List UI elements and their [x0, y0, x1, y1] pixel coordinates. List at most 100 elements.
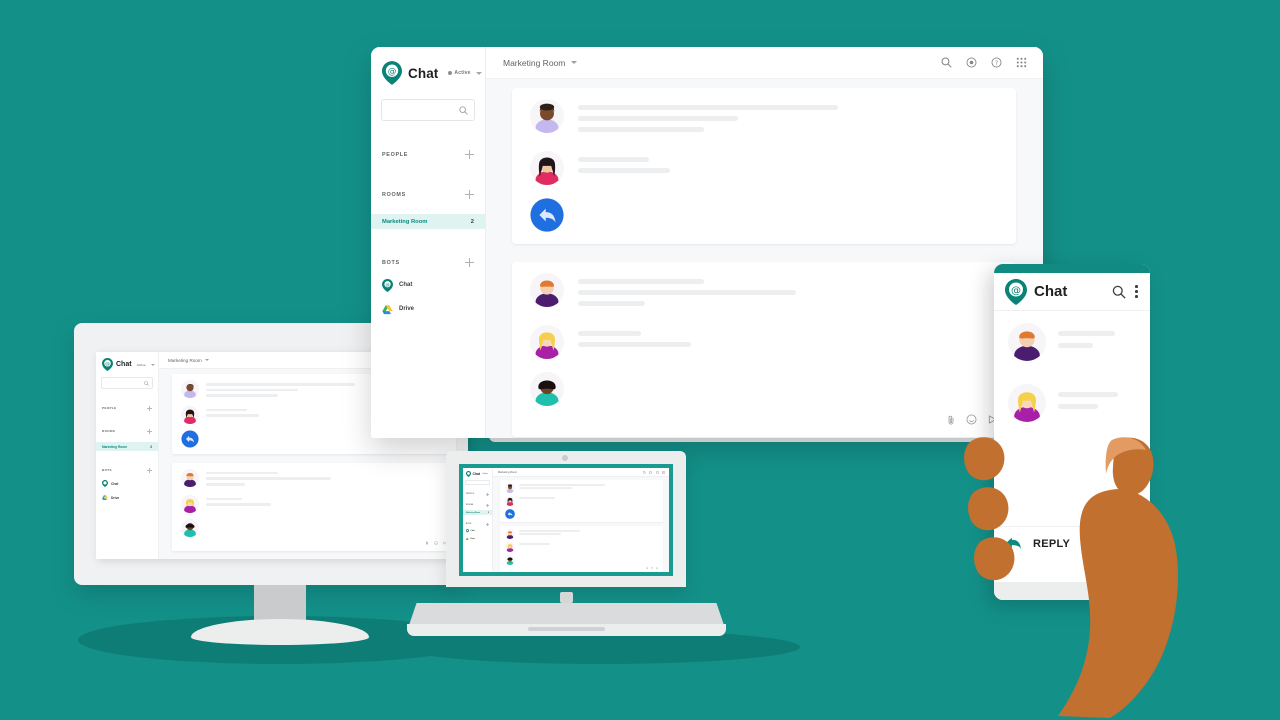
monitor-composer-actions: [172, 540, 456, 545]
sidebar: @ Chat Active PEOPLE ROOMS Marketing Roo…: [371, 47, 486, 438]
laptop-room-marketing[interactable]: Marketing Room 2: [463, 510, 492, 515]
plus-icon[interactable]: [147, 428, 152, 434]
more-vertical-icon[interactable]: [1135, 285, 1138, 298]
laptop-main-pane: Marketing Room: [493, 468, 669, 572]
phone-status-bar: [994, 264, 1150, 273]
search-icon[interactable]: [941, 57, 952, 68]
monitor-search-input[interactable]: [101, 377, 153, 389]
svg-text:@: @: [105, 361, 110, 367]
laptop-section-bots[interactable]: BOTS: [463, 522, 492, 526]
message-row: [512, 273, 1016, 312]
laptop-bot-chat[interactable]: Chat: [463, 529, 492, 534]
phone-list-item[interactable]: [994, 323, 1150, 361]
laptop-status-label: Active: [482, 473, 488, 475]
svg-text:@: @: [388, 67, 397, 77]
sidebar-item-bot-drive[interactable]: Drive: [371, 301, 485, 317]
monitor-message-text: [206, 469, 447, 489]
avatar-blue-reply: [181, 429, 199, 448]
laptop-app-title: Chat: [472, 472, 481, 476]
avatar-dark-teal: [181, 518, 199, 537]
phone-app-title: Chat: [1034, 283, 1068, 300]
chat-bot-icon: [102, 480, 108, 487]
sidebar-item-bot-chat[interactable]: @ Chat: [371, 277, 485, 293]
phone-message-list: [994, 311, 1150, 422]
presence-status[interactable]: Active: [448, 70, 482, 76]
laptop-screen-content: Chat Active PEOPLE ROOMS Marketing Room …: [463, 468, 669, 572]
sidebar-section-bots[interactable]: BOTS: [371, 256, 485, 269]
chevron-down-icon[interactable]: [571, 61, 578, 64]
monitor-app-title: Chat: [116, 361, 132, 368]
laptop-section-rooms[interactable]: ROOMS: [463, 503, 492, 507]
avatar-dark-teal: [530, 372, 564, 406]
sidebar-item-marketing-room[interactable]: Marketing Room 2: [371, 214, 485, 229]
plus-icon[interactable]: [486, 492, 489, 496]
room-badge: 2: [488, 511, 489, 514]
bot-label: Chat: [470, 530, 475, 532]
plus-icon[interactable]: [486, 522, 489, 526]
monitor-status-label: Active: [136, 362, 146, 367]
plus-icon[interactable]: [465, 258, 474, 267]
help-icon[interactable]: ?: [991, 57, 1002, 68]
attachment-icon[interactable]: [946, 415, 956, 425]
message-row: [512, 372, 1016, 406]
bot-label: Chat: [399, 282, 413, 288]
plus-icon[interactable]: [147, 467, 152, 473]
monitor-sidebar-header: @ Chat Active: [96, 352, 158, 376]
sidebar-section-rooms[interactable]: ROOMS: [371, 188, 485, 201]
laptop-screen: Chat Active PEOPLE ROOMS Marketing Room …: [459, 464, 673, 576]
laptop-search-input[interactable]: [465, 480, 490, 485]
apps-grid-icon: [662, 470, 665, 474]
monitor-room-marketing[interactable]: Marketing Room 2: [96, 442, 158, 451]
room-name: Marketing Room: [102, 444, 127, 449]
avatar-darkhair-pink: [505, 495, 515, 506]
avatar-blonde-magenta: [530, 325, 564, 359]
avatar-dark-lavender: [181, 380, 199, 398]
chat-logo-icon: [466, 471, 471, 477]
help-icon: [655, 470, 659, 474]
search-input[interactable]: [381, 99, 475, 121]
plus-icon[interactable]: [465, 150, 474, 159]
chevron-down-icon[interactable]: [150, 363, 155, 366]
avatar-blonde-magenta: [1008, 384, 1046, 422]
phone-item-text: [1058, 384, 1137, 416]
emoji-icon: [650, 566, 654, 569]
svg-text:@: @: [1011, 285, 1021, 296]
laptop-bot-drive[interactable]: Drive: [463, 536, 492, 541]
search-icon[interactable]: [1112, 285, 1126, 299]
laptop-section-people[interactable]: PEOPLE: [463, 492, 492, 496]
scene: @ Chat Active PEOPLE ROOMS Marketing Roo…: [0, 0, 1280, 720]
main-pane: Marketing Room ?: [486, 47, 1043, 438]
monitor-section-people[interactable]: PEOPLE: [96, 404, 158, 412]
chat-logo-icon: @: [382, 61, 402, 85]
chevron-down-icon[interactable]: [204, 359, 209, 361]
laptop-camera: [562, 455, 568, 461]
plus-icon[interactable]: [465, 190, 474, 199]
avatar-ginger-purple: [1008, 323, 1046, 361]
bot-label: Drive: [111, 495, 120, 500]
settings-icon: [649, 470, 652, 474]
room-unread-badge: 2: [470, 218, 474, 225]
section-label: BOTS: [382, 259, 400, 266]
section-label: BOTS: [102, 468, 112, 472]
bot-label: Chat: [111, 481, 119, 486]
sidebar-section-people[interactable]: PEOPLE: [371, 148, 485, 161]
plus-icon[interactable]: [147, 405, 152, 411]
monitor-bot-drive[interactable]: Drive: [96, 493, 158, 502]
emoji-icon[interactable]: [966, 414, 977, 425]
section-label: BOTS: [466, 523, 472, 525]
settings-icon[interactable]: [966, 57, 977, 68]
laptop-message: [500, 495, 663, 506]
message-list: [486, 79, 1043, 438]
avatar-darkhair-pink: [181, 405, 199, 424]
avatar-ginger-purple: [181, 468, 199, 487]
apps-grid-icon[interactable]: [1016, 57, 1027, 68]
monitor-section-bots[interactable]: BOTS: [96, 466, 158, 474]
phone-list-item[interactable]: [994, 384, 1150, 422]
plus-icon[interactable]: [486, 503, 489, 507]
monitor-bot-chat[interactable]: Chat: [96, 479, 158, 488]
chevron-down-icon[interactable]: [475, 71, 482, 75]
drive-bot-icon: [466, 537, 469, 541]
monitor-section-rooms[interactable]: ROOMS: [96, 427, 158, 435]
section-label: ROOMS: [382, 191, 406, 198]
app-title: Chat: [408, 65, 439, 81]
